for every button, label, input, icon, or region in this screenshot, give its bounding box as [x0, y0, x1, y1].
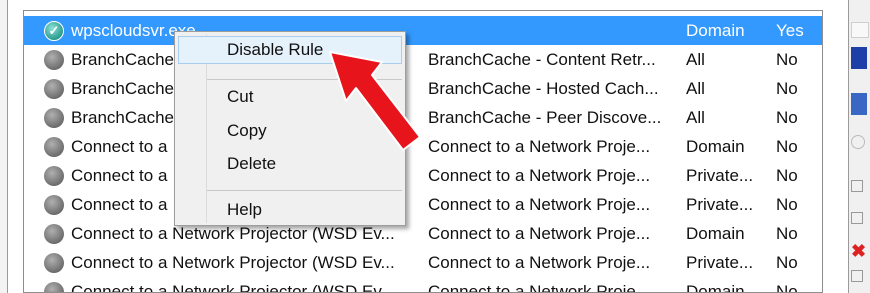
delete-x-icon[interactable]: ✖	[851, 242, 867, 260]
menu-item-help[interactable]: Help	[178, 196, 402, 224]
rule-name: Connect to a Network Projector (WSD Ev..…	[71, 252, 395, 272]
rules-list[interactable]: ✓ wpscloudsvr.exe Domain Yes BranchCache Bran…	[23, 10, 823, 293]
disabled-rule-icon	[44, 252, 64, 273]
rule-name: BranchCache	[71, 49, 175, 69]
rule-profile: Private...	[686, 165, 754, 185]
rule-name: Connect to a	[71, 136, 168, 156]
rule-name: BranchCache	[71, 107, 175, 127]
disabled-rule-icon	[44, 223, 64, 244]
firewall-rules-window: ✓ wpscloudsvr.exe Domain Yes BranchCache Bran…	[0, 0, 870, 293]
rule-group: Connect to a Network Proje...	[428, 165, 651, 185]
disabled-rule-icon	[44, 107, 64, 128]
rule-enabled: Yes	[776, 20, 804, 40]
disabled-rule-icon	[44, 78, 64, 99]
menu-item-label: Disable Rule	[227, 40, 324, 59]
disabled-rule-icon	[44, 281, 64, 292]
rule-profile: Private...	[686, 194, 754, 214]
rule-group: Connect to a Network Proje...	[428, 136, 651, 156]
action-page-icon[interactable]	[851, 270, 863, 282]
rule-row[interactable]: Connect to a Connect to a Network Proje..…	[24, 190, 822, 219]
rule-group: Connect to a Network Proje...	[428, 281, 651, 293]
menu-item-cut[interactable]: Cut	[178, 83, 402, 111]
rule-group: Connect to a Network Proje...	[428, 194, 651, 214]
rule-profile: Private...	[686, 252, 754, 272]
rule-profile: Domain	[686, 136, 745, 156]
rule-enabled: No	[776, 194, 798, 214]
rule-group: BranchCache - Hosted Cach...	[428, 78, 659, 98]
menu-item-disable-rule[interactable]: Disable Rule	[178, 36, 402, 64]
rule-profile: Domain	[686, 20, 745, 40]
rule-profile: All	[686, 49, 705, 69]
rules-pane: ✓ wpscloudsvr.exe Domain Yes BranchCache Bran…	[7, 0, 849, 293]
action-item-icon[interactable]	[851, 22, 869, 38]
rule-enabled: No	[776, 107, 798, 127]
action-info-icon[interactable]	[851, 135, 865, 149]
rule-enabled: No	[776, 281, 798, 293]
rule-row[interactable]: Connect to a Network Projector (WSD Ev..…	[24, 219, 822, 248]
rule-enabled: No	[776, 78, 798, 98]
disabled-rule-icon	[44, 136, 64, 157]
rule-enabled: No	[776, 49, 798, 69]
actions-pane: ✖	[849, 0, 870, 293]
menu-item-label: Delete	[227, 154, 277, 173]
rule-group: BranchCache - Content Retr...	[428, 49, 656, 69]
menu-separator	[207, 190, 402, 191]
menu-item-label: Help	[227, 200, 262, 219]
rule-row[interactable]: ✓ wpscloudsvr.exe Domain Yes	[24, 16, 822, 45]
menu-item-label: Copy	[227, 121, 267, 140]
rule-name: Connect to a Network Projector (WSD Ev..…	[71, 281, 395, 293]
action-page-icon[interactable]	[851, 212, 863, 224]
disabled-rule-icon	[44, 165, 64, 186]
rule-name: Connect to a Network Projector (WSD Ev..…	[71, 223, 395, 243]
rule-group: BranchCache - Peer Discove...	[428, 107, 662, 127]
context-menu: Disable Rule Cut Copy Delete Help	[174, 31, 406, 226]
action-blue-icon[interactable]	[851, 47, 867, 69]
rule-row[interactable]: Connect to a Network Projector (WSD Ev..…	[24, 277, 822, 293]
action-page-icon[interactable]	[851, 180, 863, 192]
rule-profile: Domain	[686, 223, 745, 243]
rule-row[interactable]: BranchCache BranchCache - Hosted Cach... A…	[24, 74, 822, 103]
rule-profile: Domain	[686, 281, 745, 293]
left-gutter	[0, 0, 7, 293]
menu-item-label: Cut	[227, 87, 254, 106]
menu-separator	[207, 79, 402, 80]
rule-name: Connect to a	[71, 165, 168, 185]
rule-row[interactable]: Connect to a Connect to a Network Proje..…	[24, 161, 822, 190]
rule-row[interactable]: BranchCache BranchCache - Content Retr...…	[24, 45, 822, 74]
allow-check-icon: ✓	[44, 20, 64, 41]
rule-enabled: No	[776, 252, 798, 272]
rule-group: Connect to a Network Proje...	[428, 223, 651, 243]
rule-name: Connect to a	[71, 194, 168, 214]
rule-enabled: No	[776, 165, 798, 185]
disabled-rule-icon	[44, 49, 64, 70]
rule-profile: All	[686, 107, 705, 127]
rule-profile: All	[686, 78, 705, 98]
rule-enabled: No	[776, 223, 798, 243]
menu-item-delete[interactable]: Delete	[178, 150, 402, 178]
menu-item-copy[interactable]: Copy	[178, 117, 402, 145]
rule-name: BranchCache	[71, 78, 175, 98]
action-section-header	[851, 93, 867, 115]
rule-row[interactable]: BranchCache BranchCache - Peer Discove...…	[24, 103, 822, 132]
rule-row[interactable]: Connect to a Network Projector (WSD Ev..…	[24, 248, 822, 277]
rule-group: Connect to a Network Proje...	[428, 252, 651, 272]
disabled-rule-icon	[44, 194, 64, 215]
rule-row[interactable]: Connect to a Connect to a Network Proje..…	[24, 132, 822, 161]
rule-enabled: No	[776, 136, 798, 156]
